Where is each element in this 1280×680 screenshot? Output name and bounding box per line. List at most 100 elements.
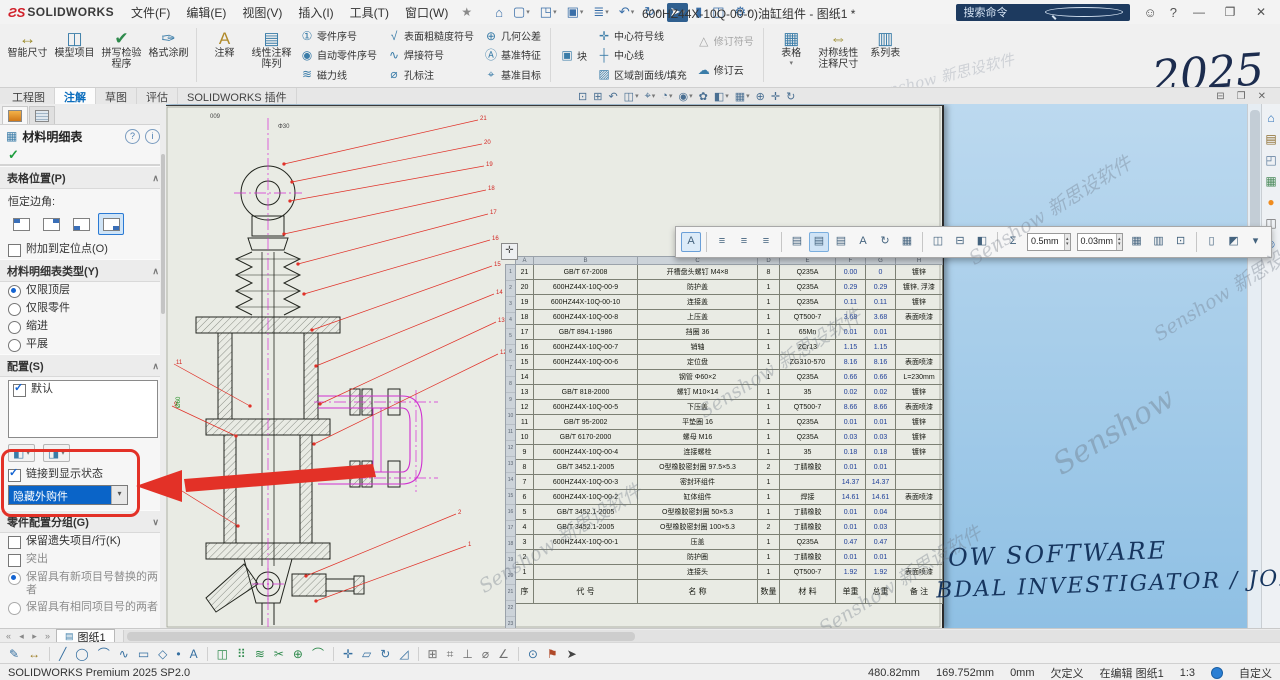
- line-icon[interactable]: ╱: [59, 648, 66, 660]
- bom-cell[interactable]: 上压盖: [638, 310, 758, 325]
- bom-header-cell[interactable]: 名 称: [638, 580, 758, 604]
- bom-cell[interactable]: 18: [516, 310, 534, 325]
- tab-草图[interactable]: 草图: [96, 88, 137, 104]
- bom-cell[interactable]: 6: [516, 490, 534, 505]
- block-button[interactable]: ▣块: [557, 46, 590, 64]
- user-account-icon[interactable]: ☺: [1143, 5, 1156, 20]
- bom-cell[interactable]: 16: [516, 340, 534, 355]
- bom-cell[interactable]: 平垫圈 16: [638, 415, 758, 430]
- snap-icon[interactable]: ⌗: [447, 648, 454, 660]
- point-icon[interactable]: •: [176, 648, 180, 660]
- bom-header-cell[interactable]: 总重: [866, 580, 896, 604]
- column-letter[interactable]: B: [534, 257, 638, 265]
- bom-cell[interactable]: GB/T 67-2008: [534, 265, 638, 280]
- bom-cell[interactable]: 8.66: [866, 400, 896, 415]
- bom-cell[interactable]: 14: [516, 370, 534, 385]
- strikeout-checkbox[interactable]: 突出: [0, 551, 166, 569]
- hole-callout-button[interactable]: ⌀孔标注: [384, 65, 477, 83]
- drawing-sheet[interactable]: 21201918171615141312119521 009Φ30Ø60 ✛ 1…: [166, 105, 944, 628]
- bom-cell[interactable]: QT500-7: [780, 310, 836, 325]
- bom-cell[interactable]: 0.01: [836, 520, 866, 535]
- display-state-combo[interactable]: 隐藏外购件 ▾: [8, 485, 128, 505]
- tab-注解[interactable]: 注解: [55, 88, 96, 104]
- bom-cell[interactable]: 8.66: [836, 400, 866, 415]
- bom-cell[interactable]: 连接螺栓: [638, 445, 758, 460]
- tab-评估[interactable]: 评估: [137, 88, 178, 104]
- bom-cell[interactable]: 0.66: [866, 370, 896, 385]
- bom-cell[interactable]: 0.01: [866, 550, 896, 565]
- bom-cell[interactable]: 镀锌: [896, 430, 943, 445]
- bom-cell[interactable]: 1: [758, 445, 780, 460]
- select-configurations-button[interactable]: ◧▾: [8, 444, 35, 462]
- bom-header-cell[interactable]: 单重: [836, 580, 866, 604]
- bom-cell[interactable]: 缸体组件: [638, 490, 758, 505]
- bom-cell[interactable]: 10: [516, 430, 534, 445]
- text-vertical-button[interactable]: A: [853, 232, 873, 252]
- spinner-arrows-icon[interactable]: ▴▾: [1064, 234, 1070, 250]
- bom-cell[interactable]: 1: [758, 310, 780, 325]
- tab-SOLIDWORKS 插件[interactable]: SOLIDWORKS 插件: [178, 88, 297, 104]
- convert-entities-icon[interactable]: ⊕: [293, 648, 303, 660]
- edit-appearance-button[interactable]: ✿: [699, 90, 708, 103]
- bom-cell[interactable]: 2: [758, 460, 780, 475]
- scrollbar-thumb[interactable]: [127, 632, 636, 641]
- weld-symbol-button[interactable]: ∿焊接符号: [384, 46, 477, 64]
- menu-item[interactable]: 视图(V): [235, 1, 289, 24]
- bom-cell[interactable]: 14.61: [836, 490, 866, 505]
- bom-cell[interactable]: Q235A: [780, 535, 836, 550]
- bom-cell[interactable]: 表面喷漆: [896, 400, 943, 415]
- bom-cell[interactable]: [896, 550, 943, 565]
- grid-thickness-spinner[interactable]: 0.03mm▴▾: [1077, 233, 1123, 251]
- bom-cell[interactable]: 8: [516, 460, 534, 475]
- 3d-drawing-view-button[interactable]: ⊕: [756, 90, 765, 103]
- view-palette-icon[interactable]: ▦: [1265, 175, 1276, 187]
- smart-dimension-icon[interactable]: ↔: [28, 648, 40, 660]
- geometric-tolerance-button[interactable]: ⊕几何公差: [481, 27, 544, 45]
- restore-button[interactable]: ❐: [1221, 5, 1239, 19]
- bom-cell[interactable]: 7: [516, 475, 534, 490]
- help-menu-icon[interactable]: ?: [1170, 5, 1177, 20]
- configuration-item-default[interactable]: 默认: [9, 381, 157, 399]
- lock-table-button[interactable]: ◩: [1224, 232, 1244, 252]
- datum-feature-button[interactable]: Ⓐ基准特征: [481, 46, 544, 64]
- sheet-tab[interactable]: ▤ 图纸1: [56, 629, 115, 643]
- status-sheet-scale[interactable]: 1:3: [1180, 667, 1195, 679]
- bom-cell[interactable]: 防护盖: [638, 280, 758, 295]
- horizontal-scrollbar[interactable]: [123, 630, 1280, 643]
- radio-parts-only[interactable]: 仅限零件: [0, 300, 166, 318]
- bom-cell[interactable]: 8: [758, 265, 780, 280]
- copy-entities-icon[interactable]: ▱: [362, 648, 371, 660]
- fillet-icon[interactable]: ⌒: [312, 648, 324, 660]
- bom-cell[interactable]: 600HZ44X-10Q-00-7: [534, 340, 638, 355]
- bom-cell[interactable]: 1.15: [836, 340, 866, 355]
- previous-view-button[interactable]: ↶: [608, 90, 617, 103]
- model-items-button[interactable]: ◫模型项目: [51, 26, 98, 85]
- bom-cell[interactable]: 挡圈 36: [638, 325, 758, 340]
- section-configurations[interactable]: 配置(S) ∧: [0, 354, 166, 377]
- bom-cell[interactable]: 5: [516, 505, 534, 520]
- bom-cell[interactable]: O型橡胶密封圈 100×5.3: [638, 520, 758, 535]
- status-customize[interactable]: 自定义: [1239, 665, 1272, 680]
- bom-cell[interactable]: [896, 475, 943, 490]
- bom-cell[interactable]: QT500-7: [780, 400, 836, 415]
- surface-finish-button[interactable]: √表面粗糙度符号: [384, 27, 477, 45]
- appearances-scenes-icon[interactable]: ●: [1267, 196, 1274, 208]
- bom-cell[interactable]: 2Cr13: [780, 340, 836, 355]
- bom-cell[interactable]: 0.01: [836, 415, 866, 430]
- bom-cell[interactable]: 下压盖: [638, 400, 758, 415]
- bom-cell[interactable]: 2: [516, 550, 534, 565]
- bom-header-cell[interactable]: 备 注: [896, 580, 943, 604]
- bom-cell[interactable]: 1: [758, 355, 780, 370]
- scale-entities-icon[interactable]: ◿: [399, 648, 408, 660]
- bom-cell[interactable]: 表面喷漆: [896, 310, 943, 325]
- format-symbol-button[interactable]: A: [681, 232, 701, 252]
- section-part-configuration-grouping[interactable]: 零件配置分组(G) ∨: [0, 510, 166, 533]
- bom-table[interactable]: ABCDEFGH21GB/T 67-2008开槽盘头螺钉 M4×88Q235A0…: [515, 256, 943, 604]
- flag-note-icon[interactable]: ⚑: [547, 648, 558, 660]
- bom-cell[interactable]: 连接头: [638, 565, 758, 580]
- bom-cell[interactable]: 600HZ44X-10Q-00-9: [534, 280, 638, 295]
- format-painter-button[interactable]: ✑格式涂刷: [145, 26, 192, 85]
- corner-bottom-left-button[interactable]: [68, 213, 94, 235]
- bom-cell[interactable]: GB/T 894.1-1986: [534, 325, 638, 340]
- bom-cell[interactable]: 2: [758, 520, 780, 535]
